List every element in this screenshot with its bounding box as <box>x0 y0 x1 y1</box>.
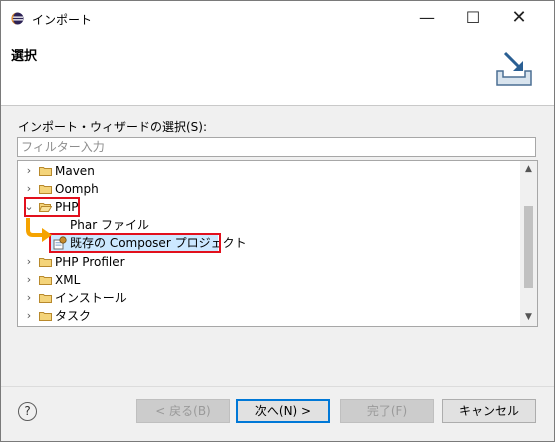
import-tray-icon <box>496 51 532 86</box>
tree-item-label: インストール <box>55 291 127 305</box>
maximize-button[interactable]: ☐ <box>450 1 496 35</box>
composer-highlight-box <box>49 233 221 253</box>
scroll-thumb[interactable] <box>524 206 533 288</box>
tree-scrollbar[interactable]: ▲ ▼ <box>520 161 537 326</box>
tree-item-xml[interactable]: › XML <box>18 271 520 289</box>
chevron-right-icon[interactable]: › <box>24 307 34 325</box>
tree-item-label: XML <box>55 273 81 287</box>
minimize-button[interactable]: — <box>404 1 450 35</box>
folder-icon <box>39 185 52 194</box>
close-button[interactable]: ✕ <box>496 1 542 35</box>
folder-icon <box>39 276 52 285</box>
chevron-right-icon[interactable]: › <box>24 289 34 307</box>
back-button[interactable]: < 戻る(B) <box>136 399 230 423</box>
tree-item-maven[interactable]: › Maven <box>18 162 520 180</box>
tree-item-oomph[interactable]: › Oomph <box>18 180 520 198</box>
wizard-tree[interactable]: › Maven › Oomph ⌄ PHP Phar ファイル 既存の Comp… <box>17 160 538 327</box>
chevron-right-icon[interactable]: › <box>24 180 34 198</box>
tree-item-install[interactable]: › インストール <box>18 289 520 307</box>
tree-item-php-profiler[interactable]: › PHP Profiler <box>18 253 520 271</box>
tree-item-label: PHP Profiler <box>55 255 125 269</box>
finish-button[interactable]: 完了(F) <box>340 399 434 423</box>
scroll-up-icon[interactable]: ▲ <box>520 161 537 178</box>
filter-input[interactable] <box>17 137 536 157</box>
annotation-arrow-icon <box>26 218 52 242</box>
tree-item-label: Phar ファイル <box>70 218 149 232</box>
tree-item-task[interactable]: › タスク <box>18 307 520 325</box>
wizard-select-label: インポート・ウィザードの選択(S): <box>18 120 208 134</box>
tree-item-label: Oomph <box>55 182 99 196</box>
folder-icon <box>39 294 52 303</box>
chevron-right-icon[interactable]: › <box>24 253 34 271</box>
footer-divider <box>1 386 554 387</box>
next-button[interactable]: 次へ(N) > <box>236 399 330 423</box>
chevron-right-icon[interactable]: › <box>24 162 34 180</box>
tree-item-phar-file[interactable]: Phar ファイル <box>18 216 520 234</box>
tree-item-label: Maven <box>55 164 95 178</box>
folder-icon <box>39 167 52 176</box>
cancel-button[interactable]: キャンセル <box>442 399 536 423</box>
window-title: インポート <box>32 13 93 27</box>
page-title: 選択 <box>11 49 38 64</box>
eclipse-icon <box>11 12 24 25</box>
tree-item-php[interactable]: ⌄ PHP <box>18 198 520 216</box>
tree-item-label: タスク <box>55 309 92 323</box>
folder-icon <box>39 312 52 321</box>
wizard-header: 選択 <box>1 35 554 106</box>
title-bar: インポート — ☐ ✕ <box>1 1 554 35</box>
php-highlight-box <box>24 197 80 217</box>
scroll-down-icon[interactable]: ▼ <box>520 309 537 326</box>
chevron-right-icon[interactable]: › <box>24 271 34 289</box>
folder-icon <box>39 258 52 267</box>
import-dialog: インポート — ☐ ✕ 選択 インポート・ウィザードの選択(S): › Mave… <box>0 0 555 442</box>
help-icon[interactable]: ? <box>18 402 37 421</box>
